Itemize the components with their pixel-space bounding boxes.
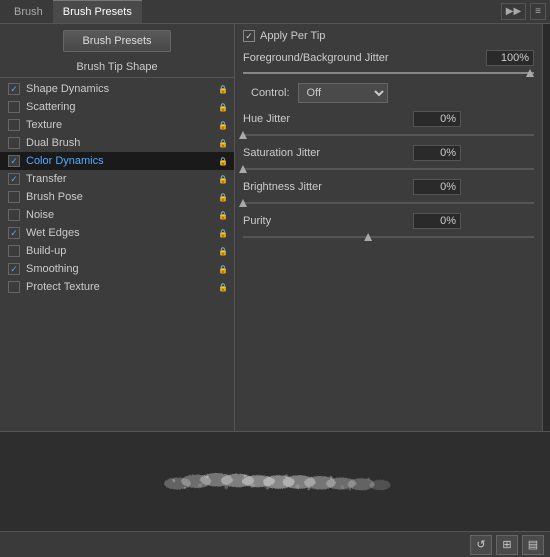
brightness-jitter-row: Brightness Jitter xyxy=(243,179,534,195)
checkbox-color-dynamics[interactable] xyxy=(8,155,20,167)
hue-jitter-input[interactable] xyxy=(413,111,461,127)
bottom-bar: ↺ ⊞ ▤ xyxy=(0,531,550,557)
brush-item-color-dynamics[interactable]: Color Dynamics🔒 xyxy=(0,152,234,170)
hue-jitter-label: Hue Jitter xyxy=(243,113,413,125)
checkbox-build-up[interactable] xyxy=(8,245,20,257)
brush-item-label-wet-edges: Wet Edges xyxy=(26,227,218,239)
brush-item-label-brush-pose: Brush Pose xyxy=(26,191,218,203)
saturation-jitter-label: Saturation Jitter xyxy=(243,147,413,159)
control-label: Control: xyxy=(251,87,290,99)
lock-icon-color-dynamics: 🔒 xyxy=(218,157,228,166)
checkbox-shape-dynamics[interactable] xyxy=(8,83,20,95)
brightness-jitter-input[interactable] xyxy=(413,179,461,195)
lock-icon-wet-edges: 🔒 xyxy=(218,229,228,238)
brush-item-transfer[interactable]: Transfer🔒 xyxy=(0,170,234,188)
preview-section xyxy=(0,431,550,531)
tab-brush[interactable]: Brush xyxy=(4,0,53,23)
brush-item-label-dual-brush: Dual Brush xyxy=(26,137,218,149)
brush-item-dual-brush[interactable]: Dual Brush🔒 xyxy=(0,134,234,152)
fg-bg-jitter-row: Foreground/Background Jitter xyxy=(243,50,534,66)
hue-jitter-slider[interactable] xyxy=(243,131,534,139)
checkbox-noise[interactable] xyxy=(8,209,20,221)
checkbox-brush-pose[interactable] xyxy=(8,191,20,203)
tab-bar: Brush Brush Presets ▶▶ ≡ xyxy=(0,0,550,24)
fg-bg-jitter-label: Foreground/Background Jitter xyxy=(243,52,486,64)
control-select[interactable]: Off Fade Pen Pressure Pen Tilt Stylus Wh… xyxy=(298,83,388,103)
brush-item-label-shape-dynamics: Shape Dynamics xyxy=(26,83,218,95)
checkbox-transfer[interactable] xyxy=(8,173,20,185)
saturation-jitter-row: Saturation Jitter xyxy=(243,145,534,161)
brush-item-wet-edges[interactable]: Wet Edges🔒 xyxy=(0,224,234,242)
brush-item-label-protect-texture: Protect Texture xyxy=(26,281,218,293)
brush-item-shape-dynamics[interactable]: Shape Dynamics🔒 xyxy=(0,80,234,98)
purity-row: Purity xyxy=(243,213,534,229)
expand-icon[interactable]: ▶▶ xyxy=(501,3,526,20)
brush-list: Shape Dynamics🔒Scattering🔒Texture🔒Dual B… xyxy=(0,78,234,431)
brush-item-scattering[interactable]: Scattering🔒 xyxy=(0,98,234,116)
checkbox-texture[interactable] xyxy=(8,119,20,131)
main-panel: Brush Presets Brush Tip Shape Shape Dyna… xyxy=(0,24,550,557)
lock-icon-dual-brush: 🔒 xyxy=(218,139,228,148)
brush-item-build-up[interactable]: Build-up🔒 xyxy=(0,242,234,260)
lock-icon-build-up: 🔒 xyxy=(218,247,228,256)
brush-item-noise[interactable]: Noise🔒 xyxy=(0,206,234,224)
checkbox-scattering[interactable] xyxy=(8,101,20,113)
tab-actions: ▶▶ ≡ xyxy=(501,3,546,20)
lock-icon-shape-dynamics: 🔒 xyxy=(218,85,228,94)
right-panel: Apply Per Tip Foreground/Background Jitt… xyxy=(235,24,542,431)
checkbox-dual-brush[interactable] xyxy=(8,137,20,149)
control-row: Control: Off Fade Pen Pressure Pen Tilt … xyxy=(243,83,534,103)
lock-icon-scattering: 🔒 xyxy=(218,103,228,112)
apply-per-tip-label: Apply Per Tip xyxy=(260,30,325,42)
brush-item-label-texture: Texture xyxy=(26,119,218,131)
apply-per-row: Apply Per Tip xyxy=(243,30,534,42)
lock-icon-protect-texture: 🔒 xyxy=(218,283,228,292)
brush-item-label-scattering: Scattering xyxy=(26,101,218,113)
top-section: Brush Presets Brush Tip Shape Shape Dyna… xyxy=(0,24,550,431)
brush-presets-button[interactable]: Brush Presets xyxy=(63,30,170,52)
reset-button[interactable]: ↺ xyxy=(470,535,492,555)
lock-icon-texture: 🔒 xyxy=(218,121,228,130)
brush-item-label-build-up: Build-up xyxy=(26,245,218,257)
brush-stroke-preview xyxy=(115,467,435,497)
purity-slider[interactable] xyxy=(243,233,534,241)
brush-item-label-color-dynamics: Color Dynamics xyxy=(26,155,218,167)
brush-item-smoothing[interactable]: Smoothing🔒 xyxy=(0,260,234,278)
brush-item-protect-texture[interactable]: Protect Texture🔒 xyxy=(0,278,234,296)
section-header: Brush Tip Shape xyxy=(0,58,234,78)
lock-icon-noise: 🔒 xyxy=(218,211,228,220)
brush-item-texture[interactable]: Texture🔒 xyxy=(0,116,234,134)
list-button[interactable]: ▤ xyxy=(522,535,544,555)
left-panel: Brush Presets Brush Tip Shape Shape Dyna… xyxy=(0,24,235,431)
lock-icon-brush-pose: 🔒 xyxy=(218,193,228,202)
right-scroll-area: Apply Per Tip Foreground/Background Jitt… xyxy=(235,24,550,431)
fg-bg-jitter-slider[interactable] xyxy=(243,69,534,77)
saturation-jitter-slider[interactable] xyxy=(243,165,534,173)
right-scrollbar[interactable] xyxy=(542,24,550,431)
checkbox-smoothing[interactable] xyxy=(8,263,20,275)
tab-brush-presets[interactable]: Brush Presets xyxy=(53,0,142,23)
brightness-jitter-label: Brightness Jitter xyxy=(243,181,413,193)
brush-item-label-smoothing: Smoothing xyxy=(26,263,218,275)
lock-icon-transfer: 🔒 xyxy=(218,175,228,184)
lock-icon-smoothing: 🔒 xyxy=(218,265,228,274)
grid-button[interactable]: ⊞ xyxy=(496,535,518,555)
brush-item-label-transfer: Transfer xyxy=(26,173,218,185)
checkbox-protect-texture[interactable] xyxy=(8,281,20,293)
apply-per-tip-checkbox[interactable] xyxy=(243,30,255,42)
saturation-jitter-input[interactable] xyxy=(413,145,461,161)
purity-input[interactable] xyxy=(413,213,461,229)
fg-bg-jitter-input[interactable] xyxy=(486,50,534,66)
checkbox-wet-edges[interactable] xyxy=(8,227,20,239)
brightness-jitter-slider[interactable] xyxy=(243,199,534,207)
hue-jitter-row: Hue Jitter xyxy=(243,111,534,127)
menu-icon[interactable]: ≡ xyxy=(530,3,546,20)
brush-item-label-noise: Noise xyxy=(26,209,218,221)
purity-label: Purity xyxy=(243,215,413,227)
brush-item-brush-pose[interactable]: Brush Pose🔒 xyxy=(0,188,234,206)
